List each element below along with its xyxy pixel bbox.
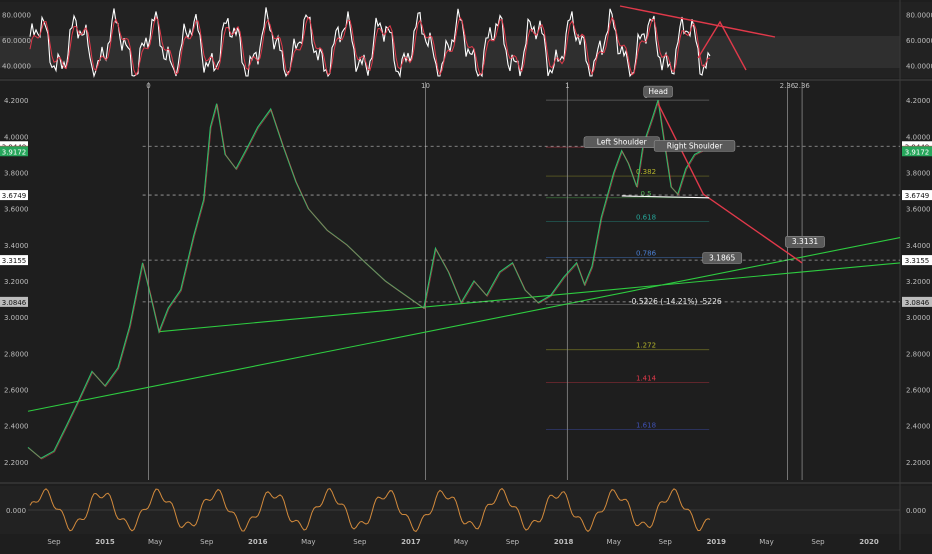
price-tick: 3.2000	[906, 278, 931, 286]
cycle-label: 10	[421, 82, 430, 90]
time-tick: May	[759, 538, 773, 546]
price-tick-left: 3.0000	[4, 314, 29, 322]
oscillator-top-tick-left: 60.0000	[2, 37, 31, 45]
time-tick: 2015	[95, 538, 115, 546]
time-tick: 2016	[248, 538, 268, 546]
annotation-label: Right Shoulder	[667, 141, 723, 150]
fib-level-label: 1.414	[636, 374, 657, 382]
time-tick: 2019	[707, 538, 727, 546]
oscillator-top-tick: 60.0000	[906, 37, 932, 45]
cycle-label: 0	[146, 82, 150, 90]
time-tick: May	[301, 538, 315, 546]
time-tick: Sep	[811, 538, 825, 546]
price-tick-left: 3.6000	[4, 206, 29, 214]
cycle-label: 2.36	[794, 82, 810, 90]
price-tick-left: 2.6000	[4, 387, 29, 395]
price-tick-left: 4.2000	[4, 97, 29, 105]
time-tick: Sep	[506, 538, 520, 546]
oscillator-top-tick-left: 80.0000	[2, 12, 31, 20]
oscillator-bottom-tick: 0.000	[906, 507, 926, 515]
time-tick: May	[607, 538, 621, 546]
price-tick: 2.2000	[906, 459, 931, 467]
price-tick-left: 3.8000	[4, 169, 29, 177]
time-tick: 2018	[554, 538, 574, 546]
price-tag-left-label: 3.0846	[2, 299, 27, 307]
price-tick: 3.4000	[906, 242, 931, 250]
price-tick: 4.2000	[906, 97, 931, 105]
top-pane-band	[0, 36, 900, 68]
trading-chart[interactable]: 80.0000 80.0000 60.0000 60.0000 40.0000 40.00…	[0, 0, 932, 550]
chart-svg[interactable]: 80.0000 80.0000 60.0000 60.0000 40.0000 40.00…	[0, 0, 932, 550]
oscillator-top-tick: 80.0000	[906, 12, 932, 20]
price-tick: 2.6000	[906, 387, 931, 395]
price-tag-label: 3.3155	[905, 257, 930, 265]
price-tag-left-label: 3.6749	[2, 192, 27, 200]
price-tick: 3.8000	[906, 169, 931, 177]
time-tick: 2017	[401, 538, 421, 546]
measure-label: -0.5226 (-14.21%) -5226	[629, 297, 722, 306]
price-tick-left: 2.8000	[4, 350, 29, 358]
time-tick: 2020	[859, 538, 879, 546]
oscillator-top-tick: 40.0000	[906, 62, 932, 70]
price-tick-left: 3.4000	[4, 242, 29, 250]
price-tick-left: 4.0000	[4, 133, 29, 141]
time-tick: Sep	[200, 538, 214, 546]
price-tick-left: 3.2000	[4, 278, 29, 286]
fib-level-label: 0.786	[636, 249, 657, 257]
annotation-label: 3.3131	[792, 237, 818, 246]
time-tick: Sep	[47, 538, 61, 546]
cycle-label: 1	[565, 82, 569, 90]
price-tick-left: 2.2000	[4, 459, 29, 467]
price-tag-label: 3.6749	[905, 192, 930, 200]
time-tick: Sep	[353, 538, 367, 546]
time-tick: Sep	[659, 538, 673, 546]
price-tick: 3.0000	[906, 314, 931, 322]
annotation-label: 3.1865	[709, 254, 735, 263]
fib-level-label: 0.618	[636, 213, 656, 221]
price-tick-left: 2.4000	[4, 423, 29, 431]
oscillator-bottom-tick-left: 0.000	[6, 507, 26, 515]
price-tag-left-label: 3.9172	[2, 148, 27, 156]
price-tag-label: 3.0846	[905, 299, 930, 307]
price-tag-label: 3.9172	[905, 148, 930, 156]
time-tick: May	[148, 538, 162, 546]
oscillator-top-tick-left: 40.0000	[2, 62, 31, 70]
time-tick: May	[454, 538, 468, 546]
price-tick: 3.6000	[906, 206, 931, 214]
fib-level-label: 1.272	[636, 342, 656, 350]
annotation-label: Head	[648, 87, 668, 96]
annotation-label: Left Shoulder	[597, 138, 648, 147]
price-tick: 4.0000	[906, 133, 931, 141]
price-tick: 2.4000	[906, 423, 931, 431]
price-tag-left-label: 3.3155	[2, 257, 27, 265]
fib-level-label: 1.618	[636, 421, 656, 429]
price-tick: 2.8000	[906, 350, 931, 358]
